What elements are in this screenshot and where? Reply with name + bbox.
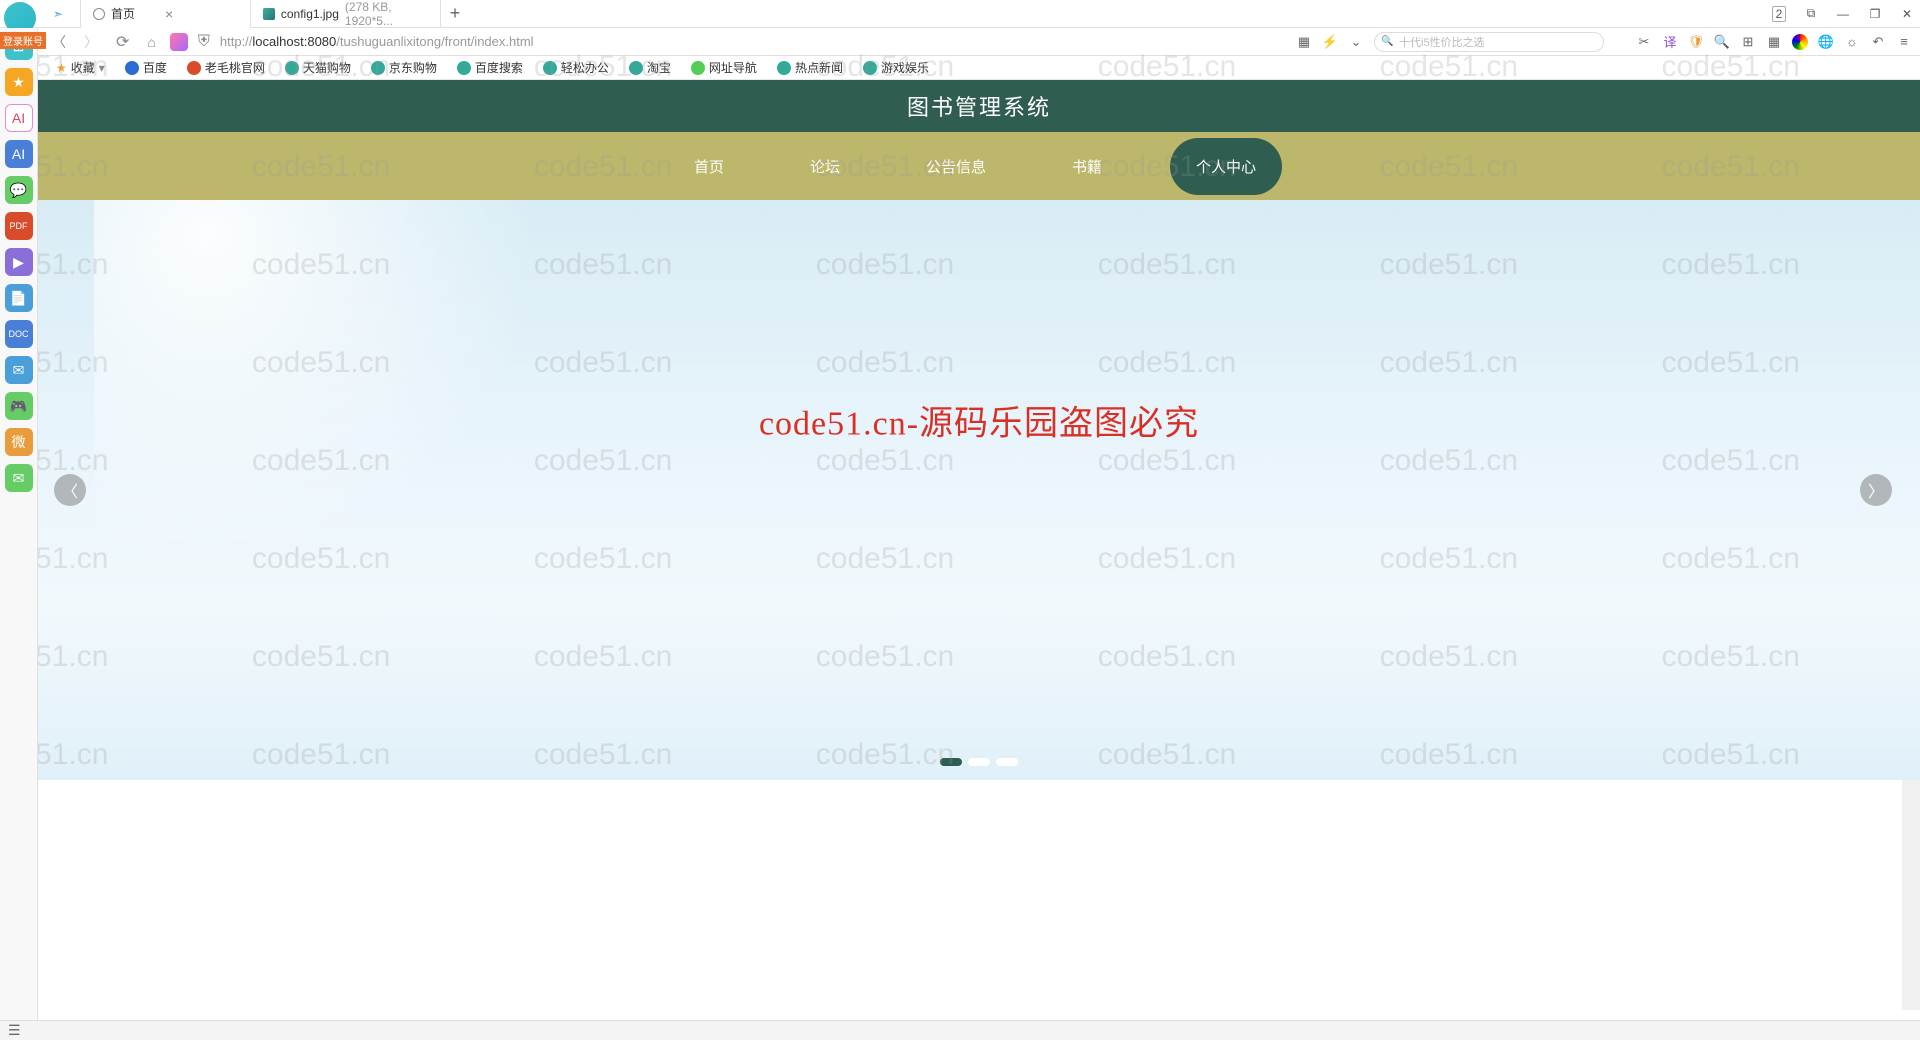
back-button[interactable]: 〈 [48,32,70,52]
bookmark-baidu[interactable]: 百度 [117,59,175,76]
list-icon[interactable]: ☰ [8,1022,21,1039]
bookmark-icon [285,61,299,75]
carousel-dots [940,758,1018,766]
sidebar-ai[interactable]: AI [5,104,33,132]
carousel-dot-2[interactable] [968,758,990,766]
bookmark-baidusearch[interactable]: 百度搜索 [449,59,531,76]
nav-notice[interactable]: 公告信息 [908,148,1004,185]
ai-icon[interactable] [170,33,188,51]
bookmark-news[interactable]: 热点新闻 [769,59,851,76]
app-title-bar: 图书管理系统 [38,80,1920,132]
brightness-icon[interactable]: ☼ [1844,34,1860,50]
menu-icon[interactable]: ≡ [1896,34,1912,50]
bookmark-tmall[interactable]: 天猫购物 [277,59,359,76]
globe-icon [93,8,105,20]
sidebar-ai2[interactable]: AI [5,140,33,168]
minimize-button[interactable]: — [1836,7,1850,21]
image-icon [263,8,275,20]
new-tab-button[interactable]: + [441,3,469,24]
bookmark-games[interactable]: 游戏娱乐 [855,59,937,76]
extensions-icon[interactable]: ⊞ [1740,34,1756,50]
bookmark-office[interactable]: 轻松办公 [535,59,617,76]
compass-tab[interactable]: ➣ [45,0,81,28]
nav-home[interactable]: 首页 [676,148,742,185]
translate-icon[interactable]: 译 [1662,34,1678,50]
bookmark-laomaotao[interactable]: 老毛桃官网 [179,59,273,76]
bookmark-icon [629,61,643,75]
sidebar-chat[interactable]: 💬 [5,176,33,204]
window-controls: 2 ⧉ — ❐ ✕ [1772,6,1914,22]
carousel-prev-button[interactable]: 〈 [54,474,86,506]
favorites-button[interactable]: ★收藏▾ [48,59,113,76]
login-badge[interactable]: 登录账号 [0,32,46,49]
sidebar-weibo[interactable]: 微 [5,428,33,456]
carousel: code51.cn-源码乐园盗图必究 〈 〉 [38,200,1920,780]
app-title: 图书管理系统 [907,90,1051,122]
bookmark-icon [457,61,471,75]
address-bar-row: 〈 〉 ⟳ ⌂ ⛨ http://localhost:8080/tushugua… [0,28,1920,56]
nav-profile[interactable]: 个人中心 [1170,138,1282,195]
sidebar-msg[interactable]: ✉ [5,356,33,384]
bookmark-icon [691,61,705,75]
url-field[interactable]: http://localhost:8080/tushuguanlixitong/… [220,34,900,49]
sidebar-star[interactable]: ★ [5,68,33,96]
shield-icon[interactable]: ⛨ [198,33,210,51]
sidebar-pdf[interactable]: PDF [5,212,33,240]
badge-count[interactable]: 2 [1772,6,1786,22]
bookmark-icon [187,61,201,75]
bookmark-icon [371,61,385,75]
sidebar-grid[interactable]: 🎮 [5,392,33,420]
bookmark-icon [543,61,557,75]
sidebar-video[interactable]: ▶ [5,248,33,276]
chevron-down-icon[interactable]: ⌄ [1348,34,1364,50]
carousel-dot-3[interactable] [996,758,1018,766]
main-nav: 首页 论坛 公告信息 书籍 个人中心 [38,132,1920,200]
browser-sidebar: ⊞ ★ AI AI 💬 PDF ▶ 📄 DOC ✉ 🎮 微 ✉ + [0,28,38,1040]
theme-icon[interactable] [1792,34,1808,50]
security-icon[interactable]: 🛡 [1688,34,1704,50]
bolt-icon[interactable]: ⚡ [1322,34,1338,50]
scissors-icon[interactable]: ✂ [1636,34,1652,50]
forward-button[interactable]: 〉 [80,32,102,52]
star-icon: ★ [56,61,67,75]
carousel-dot-1[interactable] [940,758,962,766]
page-content: 图书管理系统 首页 论坛 公告信息 书籍 个人中心 code51.cn-源码乐园… [38,80,1920,1040]
tab-strip: ➣ 首页 × config1.jpg (278 KB, 1920*5... + … [0,0,1920,28]
pip-icon[interactable]: ⧉ [1804,6,1818,21]
nav-forum[interactable]: 论坛 [792,148,858,185]
bookmark-nav[interactable]: 网址导航 [683,59,765,76]
undo-icon[interactable]: ↶ [1870,34,1886,50]
status-bar: ☰ [0,1020,1920,1040]
tab-home[interactable]: 首页 × [81,0,251,28]
close-button[interactable]: ✕ [1900,7,1914,21]
sidebar-doc2[interactable]: DOC [5,320,33,348]
zoom-icon[interactable]: 🔍 [1714,34,1730,50]
carousel-next-button[interactable]: 〉 [1860,474,1892,506]
bookmark-icon [125,61,139,75]
bookmark-jd[interactable]: 京东购物 [363,59,445,76]
compass-icon: ➣ [53,7,63,21]
apps-icon[interactable]: ▦ [1766,34,1782,50]
qr-icon[interactable]: ▦ [1296,34,1312,50]
tab-meta: (278 KB, 1920*5... [345,0,428,28]
bookmark-icon [777,61,791,75]
bookmark-taobao[interactable]: 淘宝 [621,59,679,76]
hero-watermark-text: code51.cn-源码乐园盗图必究 [759,396,1199,445]
tab-config[interactable]: config1.jpg (278 KB, 1920*5... [251,0,441,28]
tab-title: 首页 [111,5,135,22]
globe-icon[interactable]: 🌐 [1818,34,1834,50]
bookmarks-bar: ★收藏▾ 百度 老毛桃官网 天猫购物 京东购物 百度搜索 轻松办公 淘宝 网址导… [0,56,1920,80]
search-input[interactable]: 十代i5性价比之选 [1374,32,1604,52]
maximize-button[interactable]: ❐ [1868,7,1882,21]
nav-books[interactable]: 书籍 [1054,148,1120,185]
sidebar-doc[interactable]: 📄 [5,284,33,312]
home-button[interactable]: ⌂ [143,34,159,50]
tab-title: config1.jpg [281,7,339,21]
bookmark-icon [863,61,877,75]
sidebar-mail[interactable]: ✉ [5,464,33,492]
close-icon[interactable]: × [165,6,173,22]
reload-button[interactable]: ⟳ [112,32,133,52]
